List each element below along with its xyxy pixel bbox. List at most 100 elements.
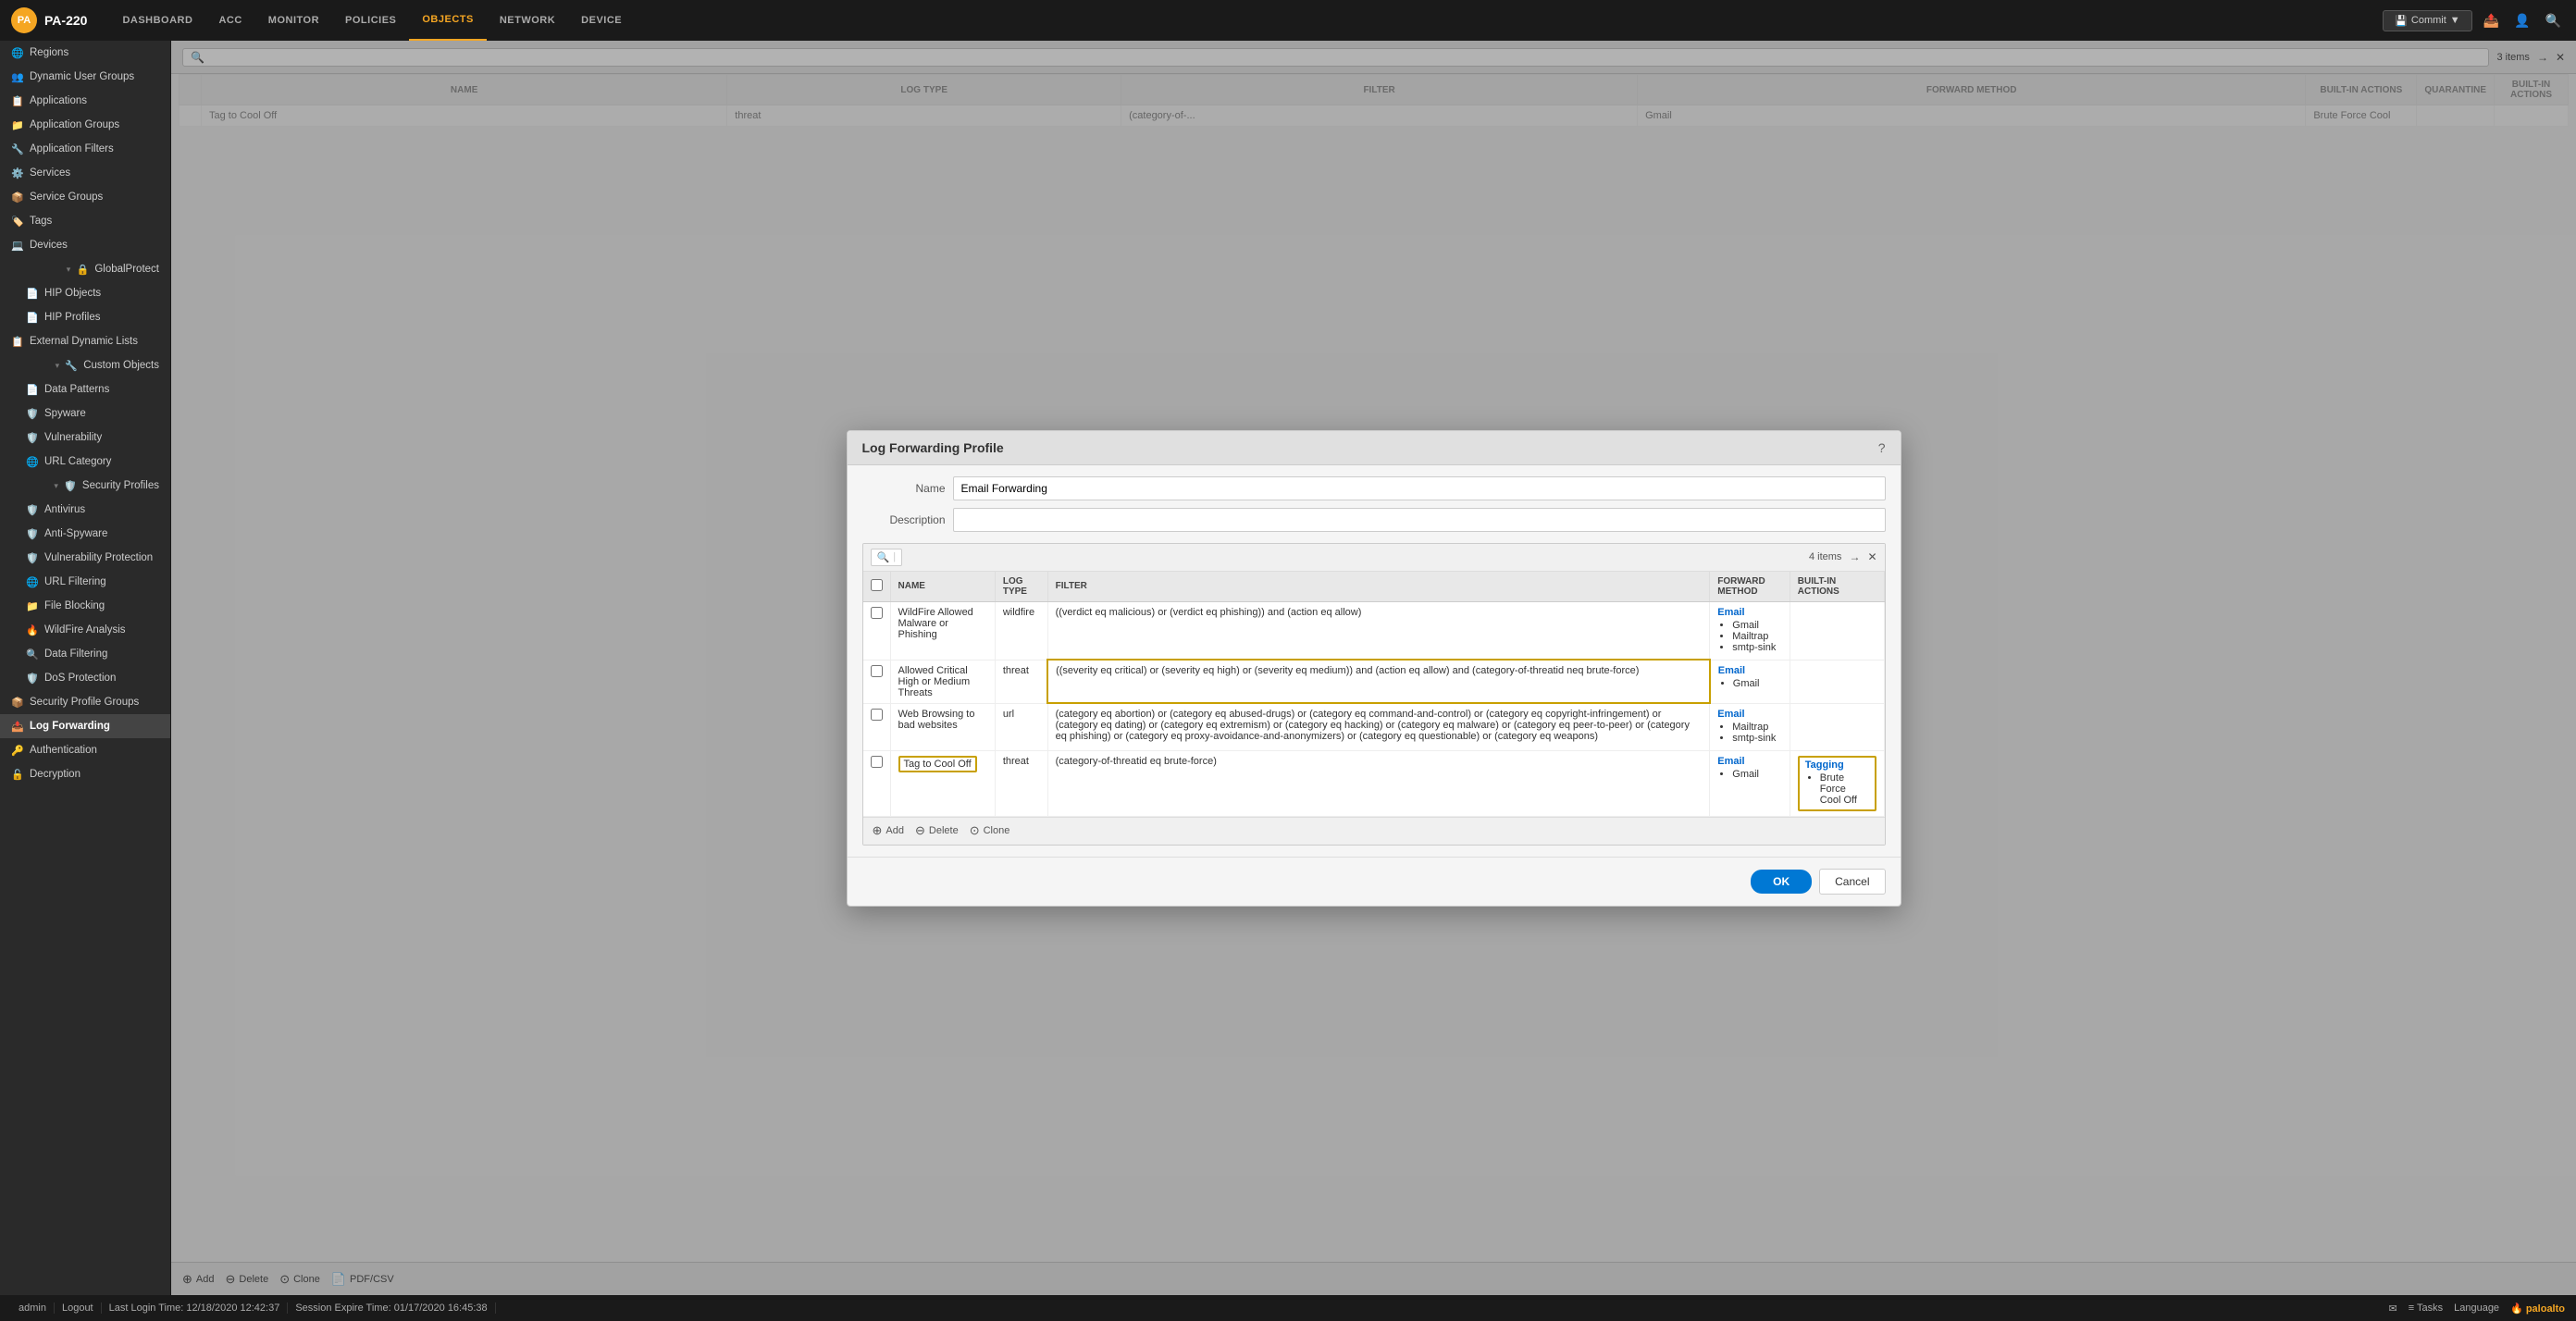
- inner-items-count: 4 items: [1809, 551, 1841, 562]
- tasks-link[interactable]: ≡ Tasks: [2409, 1302, 2443, 1314]
- sidebar-item-hip-profiles[interactable]: 📄 HIP Profiles: [0, 305, 170, 329]
- sidebar-item-wildfire-analysis[interactable]: 🔥 WildFire Analysis: [0, 618, 170, 642]
- users-icon: 👥: [11, 70, 24, 83]
- name-field[interactable]: [953, 476, 1886, 500]
- sidebar-item-vulnerability[interactable]: 🛡️ Vulnerability: [0, 426, 170, 450]
- content-area: 🔍 3 items → ✕ NAME LOG TYPE FILTER FORWA…: [171, 41, 2576, 1295]
- row1-checkbox[interactable]: [871, 607, 883, 619]
- row4-log-type: threat: [995, 750, 1047, 816]
- arrow-right-inner[interactable]: →: [1849, 550, 1860, 563]
- url-filtering-icon: 🌐: [26, 575, 39, 588]
- close-icon-inner[interactable]: ✕: [1867, 550, 1876, 563]
- vuln-protection-icon: 🛡️: [26, 551, 39, 564]
- commit-button[interactable]: 💾 Commit ▼: [2383, 10, 2471, 31]
- row4-name: Tag to Cool Off: [890, 750, 995, 816]
- row3-email-link[interactable]: Email: [1717, 709, 1744, 720]
- sidebar-item-application-groups[interactable]: 📁 Application Groups: [0, 113, 170, 137]
- mail-icon[interactable]: ✉: [2388, 1302, 2396, 1315]
- sidebar-item-custom-objects[interactable]: ▾ 🔧 Custom Objects: [0, 353, 170, 377]
- inner-search-bar[interactable]: 🔍 |: [871, 549, 903, 566]
- nav-objects[interactable]: OBJECTS: [409, 0, 486, 41]
- sidebar-item-devices[interactable]: 💻 Devices: [0, 233, 170, 257]
- row4-email-link[interactable]: Email: [1717, 756, 1744, 767]
- chevron-down-icon: ▼: [2450, 15, 2460, 26]
- nav-device[interactable]: DEVICE: [568, 0, 635, 41]
- sidebar-item-vulnerability-protection[interactable]: 🛡️ Vulnerability Protection: [0, 546, 170, 570]
- table-row[interactable]: WildFire Allowed Malware or Phishing wil…: [863, 601, 1885, 660]
- edl-icon: 📋: [11, 335, 24, 348]
- filter-icon: 🔧: [11, 142, 24, 155]
- file-blocking-icon: 📁: [26, 599, 39, 612]
- export-icon[interactable]: 📤: [2480, 9, 2503, 32]
- expand-icon3: ▾: [54, 481, 58, 491]
- ok-button[interactable]: OK: [1751, 870, 1812, 894]
- row1-built-in: [1790, 601, 1884, 660]
- spyware-icon: 🛡️: [26, 407, 39, 420]
- row4-checkbox[interactable]: [871, 756, 883, 768]
- th-filter: FILTER: [1047, 572, 1710, 602]
- table-row[interactable]: Web Browsing to bad websites url (catego…: [863, 703, 1885, 750]
- sidebar-item-external-dynamic-lists[interactable]: 📋 External Dynamic Lists: [0, 329, 170, 353]
- sidebar-item-authentication[interactable]: 🔑 Authentication: [0, 738, 170, 762]
- row1-email-link[interactable]: Email: [1717, 607, 1744, 618]
- row3-checkbox[interactable]: [871, 709, 883, 721]
- sidebar-item-security-profile-groups[interactable]: 📦 Security Profile Groups: [0, 690, 170, 714]
- user-icon[interactable]: 👤: [2510, 9, 2533, 32]
- search-icon[interactable]: 🔍: [2542, 9, 2565, 32]
- sidebar-item-security-profiles[interactable]: ▾ 🛡️ Security Profiles: [0, 474, 170, 498]
- nav-items: DASHBOARD ACC MONITOR POLICIES OBJECTS N…: [109, 0, 2383, 41]
- sidebar-item-file-blocking[interactable]: 📁 File Blocking: [0, 594, 170, 618]
- sidebar-item-applications[interactable]: 📋 Applications: [0, 89, 170, 113]
- row2-checkbox-cell[interactable]: [863, 660, 891, 703]
- nav-network[interactable]: NETWORK: [487, 0, 568, 41]
- nav-policies[interactable]: POLICIES: [332, 0, 409, 41]
- logout-link[interactable]: Logout: [55, 1302, 102, 1314]
- th-built-in-actions: BUILT-IN ACTIONS: [1790, 572, 1884, 602]
- globalprotect-icon: 🔒: [76, 263, 89, 276]
- sidebar-item-anti-spyware[interactable]: 🛡️ Anti-Spyware: [0, 522, 170, 546]
- nav-dashboard[interactable]: DASHBOARD: [109, 0, 205, 41]
- sidebar-item-tags[interactable]: 🏷️ Tags: [0, 209, 170, 233]
- row4-forward-method: Email Gmail: [1710, 750, 1790, 816]
- sidebar-item-regions[interactable]: 🌐 Regions: [0, 41, 170, 65]
- table-row[interactable]: Tag to Cool Off threat (category-of-thre…: [863, 750, 1885, 816]
- nav-acc[interactable]: ACC: [205, 0, 254, 41]
- delete-button-inner[interactable]: ⊖ Delete: [915, 823, 959, 838]
- sidebar-item-dynamic-user-groups[interactable]: 👥 Dynamic User Groups: [0, 65, 170, 89]
- row4-built-in: Tagging Brute Force Cool Off: [1790, 750, 1884, 816]
- sidebar-item-service-groups[interactable]: 📦 Service Groups: [0, 185, 170, 209]
- sidebar-item-application-filters[interactable]: 🔧 Application Filters: [0, 137, 170, 161]
- security-profiles-icon: 🛡️: [64, 479, 77, 492]
- row4-checkbox-cell[interactable]: [863, 750, 891, 816]
- sidebar-item-services[interactable]: ⚙️ Services: [0, 161, 170, 185]
- sidebar-item-hip-objects[interactable]: 📄 HIP Objects: [0, 281, 170, 305]
- th-checkbox: [863, 572, 891, 602]
- select-all-checkbox[interactable]: [871, 579, 883, 591]
- sidebar-item-data-filtering[interactable]: 🔍 Data Filtering: [0, 642, 170, 666]
- table-row[interactable]: Allowed Critical High or Medium Threats …: [863, 660, 1885, 703]
- help-icon[interactable]: ?: [1878, 440, 1886, 455]
- sidebar-item-spyware[interactable]: 🛡️ Spyware: [0, 401, 170, 426]
- row2-checkbox[interactable]: [871, 665, 883, 677]
- nav-monitor[interactable]: MONITOR: [255, 0, 332, 41]
- url-category-icon: 🌐: [26, 455, 39, 468]
- row3-checkbox-cell[interactable]: [863, 703, 891, 750]
- row4-tagging-link[interactable]: Tagging: [1805, 759, 1844, 771]
- sidebar-item-url-filtering[interactable]: 🌐 URL Filtering: [0, 570, 170, 594]
- row4-builtin-highlight: Tagging Brute Force Cool Off: [1798, 756, 1876, 811]
- cancel-button[interactable]: Cancel: [1819, 869, 1885, 895]
- language-link[interactable]: Language: [2454, 1302, 2499, 1314]
- sidebar-item-url-category[interactable]: 🌐 URL Category: [0, 450, 170, 474]
- sidebar-item-log-forwarding[interactable]: 📤 Log Forwarding: [0, 714, 170, 738]
- add-button-inner[interactable]: ⊕ Add: [873, 823, 904, 838]
- sidebar-item-antivirus[interactable]: 🛡️ Antivirus: [0, 498, 170, 522]
- sidebar-item-globalprotect[interactable]: ▾ 🔒 GlobalProtect: [0, 257, 170, 281]
- sidebar-item-data-patterns[interactable]: 📄 Data Patterns: [0, 377, 170, 401]
- clone-button-inner[interactable]: ⊙ Clone: [970, 823, 1010, 838]
- row2-email-link[interactable]: Email: [1718, 665, 1745, 676]
- sidebar-item-dos-protection[interactable]: 🛡️ DoS Protection: [0, 666, 170, 690]
- sidebar-item-decryption[interactable]: 🔓 Decryption: [0, 762, 170, 786]
- row1-checkbox-cell[interactable]: [863, 601, 891, 660]
- delete-icon-inner: ⊖: [915, 823, 925, 838]
- description-field[interactable]: [953, 508, 1886, 532]
